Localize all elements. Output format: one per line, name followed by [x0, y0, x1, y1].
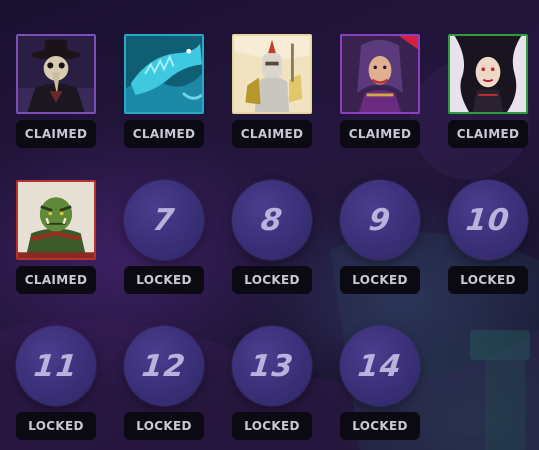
reward-slot-6[interactable]: CLAIMED: [16, 146, 96, 294]
status-locked-label: LOCKED: [232, 412, 312, 440]
reward-slot-12[interactable]: 12 LOCKED: [124, 292, 204, 440]
reward-slot-5[interactable]: CLAIMED: [448, 0, 528, 148]
reward-slot-13[interactable]: 13 LOCKED: [232, 292, 312, 440]
plague-doctor-icon: [18, 36, 94, 112]
locked-reward-badge: 8: [232, 180, 312, 260]
locked-reward-badge: 12: [124, 326, 204, 406]
reward-number: 14: [356, 348, 404, 384]
locked-reward-badge: 9: [340, 180, 420, 260]
dark-witch-icon: [450, 36, 526, 112]
sorceress-card-art: [340, 34, 420, 114]
dark-witch-card-art: [448, 34, 528, 114]
reward-slot-9[interactable]: 9 LOCKED: [340, 146, 420, 294]
reward-slot-14[interactable]: 14 LOCKED: [340, 292, 420, 440]
status-claimed-label: CLAIMED: [16, 266, 96, 294]
paladin-knight-card-art: [232, 34, 312, 114]
reward-number: 7: [151, 202, 177, 238]
orc-warrior-icon: [18, 182, 94, 258]
status-locked-label: LOCKED: [448, 266, 528, 294]
status-locked-label: LOCKED: [124, 266, 204, 294]
plague-doctor-card-art: [16, 34, 96, 114]
reward-number: 11: [32, 348, 80, 384]
locked-reward-badge: 13: [232, 326, 312, 406]
sorceress-icon: [342, 36, 418, 112]
orc-warrior-card-art: [16, 180, 96, 260]
locked-reward-badge: 7: [124, 180, 204, 260]
reward-slot-3[interactable]: CLAIMED: [232, 0, 312, 148]
status-claimed-label: CLAIMED: [232, 120, 312, 148]
reward-grid: CLAIMED CLAIMED CLAIMED CLAIMED CLAIMED …: [0, 0, 539, 450]
reward-number: 8: [259, 202, 285, 238]
status-locked-label: LOCKED: [340, 266, 420, 294]
reward-slot-2[interactable]: CLAIMED: [124, 0, 204, 148]
locked-reward-badge: 11: [16, 326, 96, 406]
reward-number: 10: [464, 202, 512, 238]
status-locked-label: LOCKED: [16, 412, 96, 440]
status-locked-label: LOCKED: [340, 412, 420, 440]
reward-slot-10[interactable]: 10 LOCKED: [448, 146, 528, 294]
status-claimed-label: CLAIMED: [448, 120, 528, 148]
sea-serpent-card-art: [124, 34, 204, 114]
status-claimed-label: CLAIMED: [16, 120, 96, 148]
sea-serpent-icon: [126, 36, 202, 112]
status-locked-label: LOCKED: [124, 412, 204, 440]
reward-slot-1[interactable]: CLAIMED: [16, 0, 96, 148]
paladin-knight-icon: [234, 36, 310, 112]
reward-slot-8[interactable]: 8 LOCKED: [232, 146, 312, 294]
status-locked-label: LOCKED: [232, 266, 312, 294]
reward-slot-7[interactable]: 7 LOCKED: [124, 146, 204, 294]
reward-slot-11[interactable]: 11 LOCKED: [16, 292, 96, 440]
locked-reward-badge: 14: [340, 326, 420, 406]
reward-number: 9: [367, 202, 393, 238]
status-claimed-label: CLAIMED: [340, 120, 420, 148]
status-claimed-label: CLAIMED: [124, 120, 204, 148]
reward-slot-4[interactable]: CLAIMED: [340, 0, 420, 148]
reward-number: 12: [140, 348, 188, 384]
reward-number: 13: [248, 348, 296, 384]
locked-reward-badge: 10: [448, 180, 528, 260]
